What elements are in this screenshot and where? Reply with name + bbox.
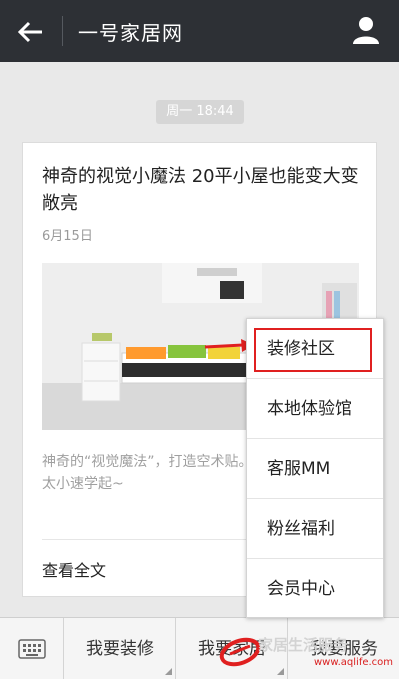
menu-button-label: 我要家居 [198,639,266,659]
submenu-item-customer-service[interactable]: 客服MM [247,439,383,499]
submenu-indicator-icon [277,668,284,675]
submenu-item-community[interactable]: 装修社区 [247,319,383,379]
submenu-item-showroom[interactable]: 本地体验馆 [247,379,383,439]
read-more-link[interactable]: 查看全文 [42,557,106,581]
submenu-item-member-center[interactable]: 会员中心 [247,559,383,619]
keyboard-toggle-button[interactable] [0,618,64,679]
menu-button-label: 我要装修 [86,639,154,659]
menu-button-renovation[interactable]: 我要装修 [65,618,176,679]
service-submenu: 装修社区 本地体验馆 客服MM 粉丝福利 会员中心 [246,318,384,618]
submenu-item-fan-benefits[interactable]: 粉丝福利 [247,499,383,559]
person-icon [353,17,379,44]
menu-button-label: 我要服务 [310,639,378,659]
article-title: 神奇的视觉小魔法 20平小屋也能变大变敞亮 [42,166,359,214]
menu-button-service[interactable]: 我要服务 [289,618,399,679]
page-title: 一号家居网 [78,21,183,45]
top-bar: 一号家居网 [0,0,399,62]
arrow-left-icon [17,21,42,43]
profile-button[interactable] [351,14,381,46]
article-date: 6月15日 [42,229,93,244]
back-button[interactable] [14,16,48,48]
bottom-menu-bar: 我要装修 我要家居 我要服务 [0,617,399,679]
header-divider [62,16,63,46]
submenu-indicator-icon [165,668,172,675]
message-timestamp: 周一 18:44 [156,100,244,124]
keyboard-icon [18,639,46,659]
menu-button-home[interactable]: 我要家居 [177,618,288,679]
